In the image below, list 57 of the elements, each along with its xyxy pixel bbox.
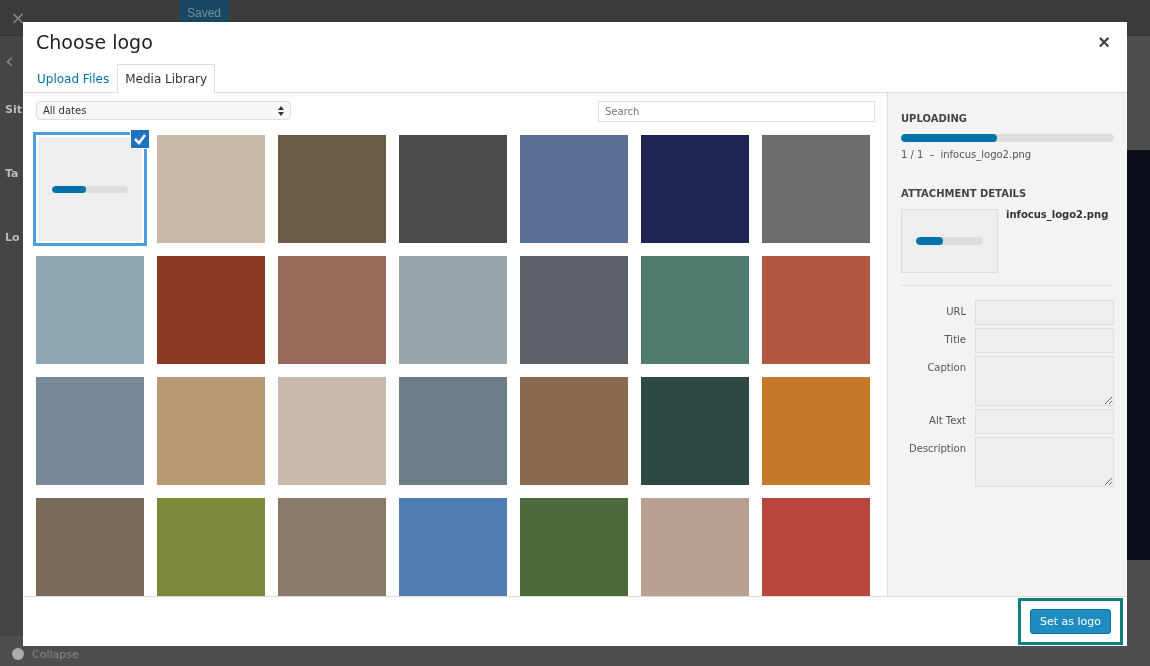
media-tile[interactable] [399,256,507,364]
media-tile[interactable] [36,377,144,485]
section-label: Ta [5,167,19,182]
media-tile[interactable] [762,377,870,485]
field-label: Caption [926,361,966,375]
text-area[interactable] [975,356,1114,406]
media-tile[interactable] [520,256,628,364]
media-tile[interactable] [36,256,144,364]
collapse-icon[interactable] [12,648,24,660]
media-tile[interactable] [520,377,628,485]
media-tile[interactable] [399,377,507,485]
media-tile[interactable] [36,498,144,596]
section-label: Lo [5,231,20,246]
upload-count: 1 / 1 [901,149,924,160]
media-tile[interactable] [641,135,749,243]
field-label: URL [945,305,966,319]
field-label: Description [908,442,966,456]
tab[interactable]: Upload Files [29,64,118,93]
media-tile[interactable] [157,498,265,596]
field-label: Alt Text [928,414,966,428]
text-area[interactable] [975,437,1114,487]
media-tile[interactable] [399,135,507,243]
section-heading: ATTACHMENT DETAILS [901,188,1028,199]
media-tile[interactable] [762,256,870,364]
close-button[interactable]: × [1094,30,1114,54]
media-tile[interactable] [520,498,628,596]
tab[interactable]: Media Library [117,64,216,93]
media-tile[interactable] [278,135,386,243]
checkmark-icon[interactable] [130,129,150,149]
section-heading: UPLOADING [901,113,969,124]
media-tile[interactable] [641,498,749,596]
section-label: Sit [5,103,22,118]
media-tile[interactable] [520,135,628,243]
media-tile[interactable] [278,256,386,364]
media-tile[interactable] [399,498,507,596]
close-icon[interactable]: × [0,7,36,28]
media-tile[interactable] [762,498,870,596]
separator-dash: – [929,149,935,160]
media-tile[interactable] [157,377,265,485]
media-tile[interactable] [278,498,386,596]
media-tile[interactable] [278,377,386,485]
media-tile[interactable] [641,256,749,364]
media-tile[interactable] [641,377,749,485]
media-tile[interactable] [33,132,147,246]
file-name: infocus_logo2.png [940,149,1032,160]
field-label: Title [943,333,966,347]
set-as-logo-button[interactable]: Set as logo [1029,609,1111,634]
dropdown-arrows-icon [278,105,284,116]
media-tile[interactable] [762,135,870,243]
modal-title: Choose logo [36,31,153,53]
date-filter-dropdown[interactable]: All dates [36,101,291,120]
search-field[interactable]: Search [598,101,875,122]
collapse-link[interactable]: Collapse [32,647,79,661]
file-name: infocus_logo2.png [1006,209,1109,223]
media-tile[interactable] [157,256,265,364]
back-icon[interactable]: ‹ [5,48,14,73]
media-tile[interactable] [157,135,265,243]
